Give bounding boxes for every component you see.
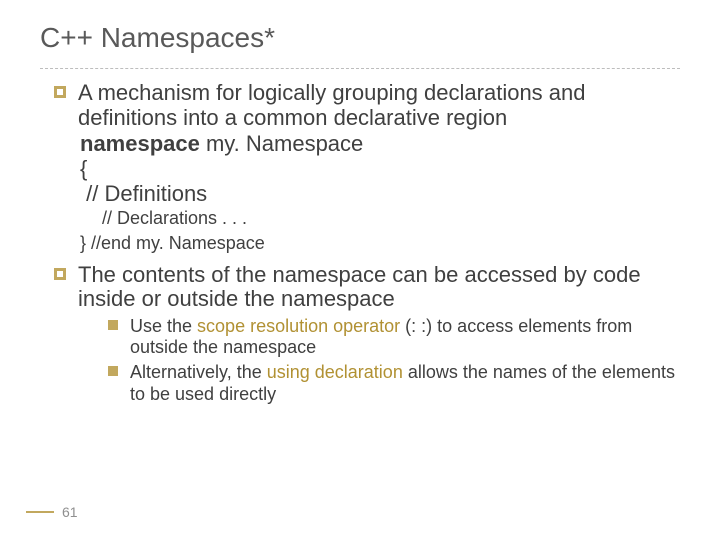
bullet-contents-access: The contents of the namespace can be acc… (54, 263, 680, 405)
sub1-highlight: scope resolution operator (197, 316, 400, 336)
sub-using-declaration: Alternatively, the using declaration all… (108, 362, 680, 404)
code-keyword: namespace (80, 131, 200, 156)
code-comment-definitions: // Definitions (86, 181, 207, 206)
bullet-mechanism-text: A mechanism for logically grouping decla… (78, 80, 586, 130)
page-number: 61 (62, 504, 78, 520)
footer-accent-bar (26, 511, 54, 513)
sub2-a: Alternatively, the (130, 362, 267, 382)
sub-list: Use the scope resolution operator (: :) … (78, 316, 680, 405)
sub2-highlight: using declaration (267, 362, 403, 382)
slide-title: C++ Namespaces* (40, 22, 680, 54)
bullet-mechanism: A mechanism for logically grouping decla… (54, 81, 680, 255)
code-namespace-name: my. Namespace (200, 131, 363, 156)
body-list: A mechanism for logically grouping decla… (40, 81, 680, 405)
code-open-brace: { (80, 156, 87, 181)
code-close: } //end my. Namespace (80, 233, 680, 254)
footer: 61 (26, 504, 78, 520)
bullet-contents-text: The contents of the namespace can be acc… (78, 262, 641, 312)
sub1-a: Use the (130, 316, 197, 336)
slide: C++ Namespaces* A mechanism for logicall… (0, 0, 720, 540)
title-divider (40, 68, 680, 69)
sub-scope-resolution: Use the scope resolution operator (: :) … (108, 316, 680, 358)
code-block: namespace my. Namespace { // Definitions (80, 132, 680, 206)
code-comment-declarations: // Declarations . . . (102, 208, 680, 229)
